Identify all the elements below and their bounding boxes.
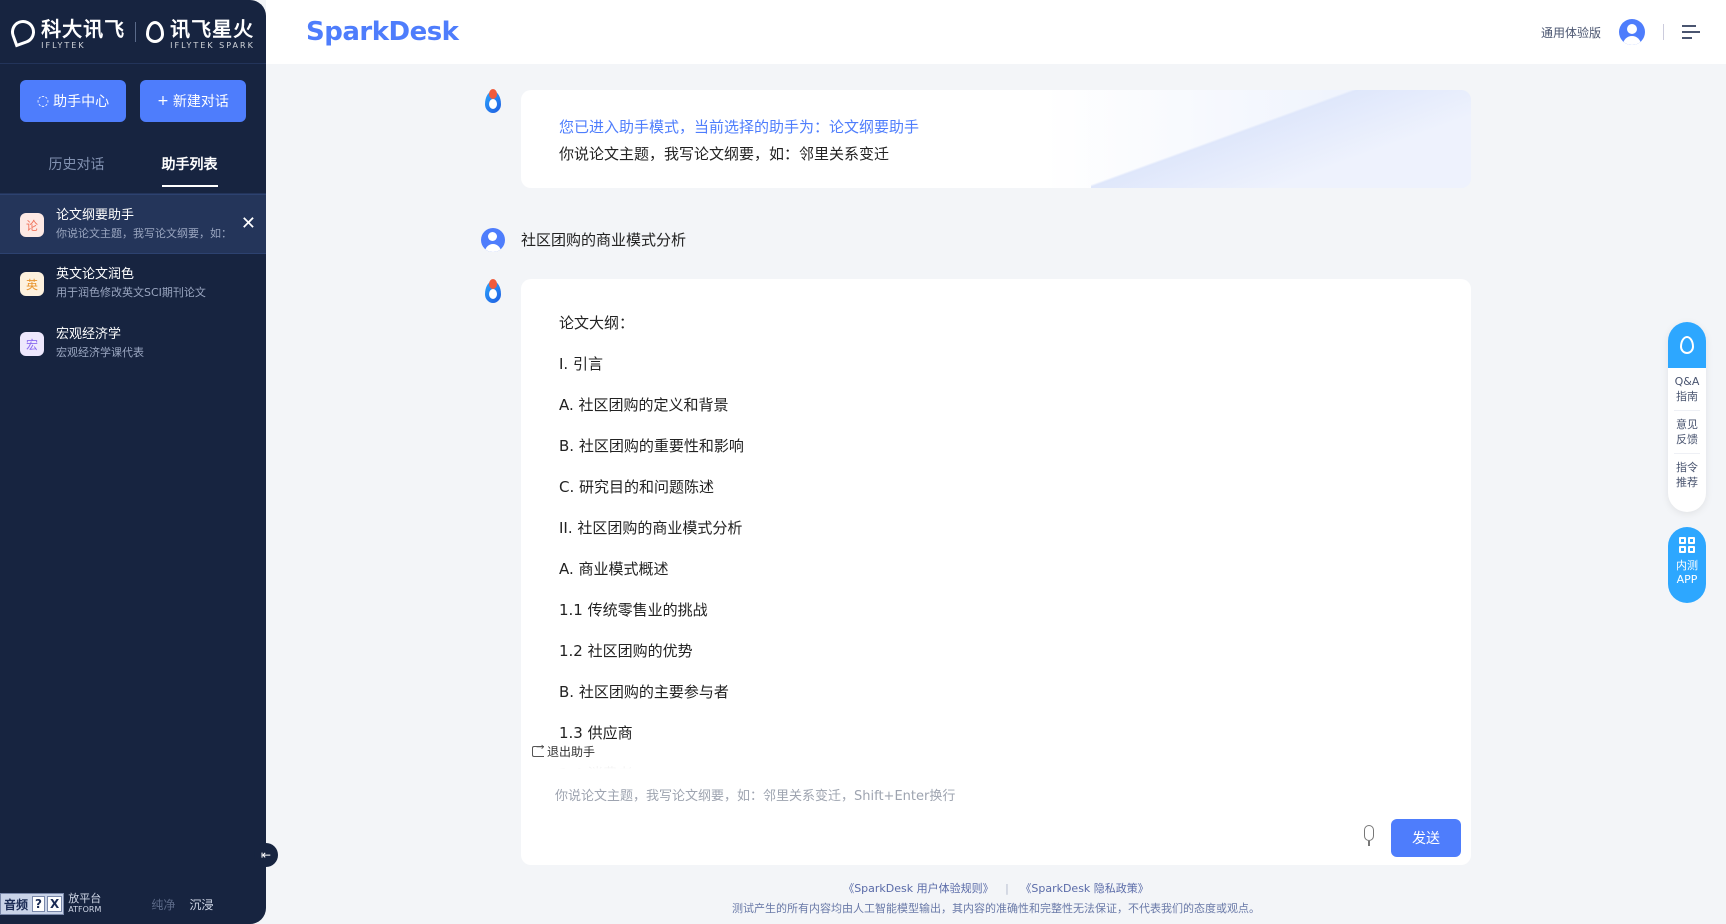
chat-input-placeholder[interactable]: 你说论文主题，我写论文纲要，如：邻里关系变迁，Shift+Enter换行 (555, 785, 955, 804)
answer-line: 1.1 传统零售业的挑战 (559, 601, 708, 619)
sidebar: 科大讯飞 IFLYTEK 讯飞星火 IFLYTEK SPARK ◌ 助手中心 +… (0, 0, 266, 924)
user-message: 社区团购的商业模式分析 (521, 231, 687, 249)
new-chat-button[interactable]: + 新建对话 (140, 80, 246, 122)
assistant-desc: 宏观经济学课代表 (56, 346, 144, 359)
send-button[interactable]: 发送 (1391, 819, 1461, 857)
assistant-name: 英文论文润色 (56, 267, 135, 282)
beta-app-line2: APP (1676, 573, 1698, 586)
outline-badge-icon: 论 (20, 213, 44, 237)
menu-icon[interactable] (1682, 25, 1700, 39)
command-recommend-button[interactable]: 指令 推荐 (1674, 454, 1700, 496)
assistant-desc: 用于润色修改英文SCI期刊论文 (56, 286, 206, 299)
spark-sub: IFLYTEK SPARK (170, 41, 255, 50)
footer-sep: | (1005, 882, 1009, 895)
assistant-item-macro[interactable]: 宏 宏观经济学 宏观经济学课代表 (0, 314, 266, 374)
audio-label: 音频 (4, 897, 29, 912)
assistant-intro-card: 您已进入助手模式，当前选择的助手为：论文纲要助手 你说论文主题，我写论文纲要，如… (521, 90, 1471, 188)
brand-bar: 科大讯飞 IFLYTEK 讯飞星火 IFLYTEK SPARK (0, 0, 266, 64)
platform-label: 放平台 ATFORM (68, 892, 102, 914)
assistant-list: 论 论文纲要助手 你说论文主题，我写论文纲要，如：邻里关系变迁 ✕ 英 英文论文… (0, 194, 266, 374)
answer-line: 1.2 社区团购的优势 (559, 642, 693, 660)
sidebar-tabs: 历史对话 助手列表 (0, 138, 266, 194)
assistant-center-button[interactable]: ◌ 助手中心 (20, 80, 126, 122)
user-message-avatar-icon (481, 228, 505, 252)
footer-disclaimer: 测试产生的所有内容均由人工智能模型输出，其内容的准确性和完整性无法保证，不代表我… (732, 902, 1260, 915)
feedback-button[interactable]: 意见 反馈 (1674, 411, 1700, 454)
collapse-sidebar-icon[interactable]: ⇤ (254, 843, 278, 867)
iflytek-name: 科大讯飞 (41, 17, 126, 41)
assistant-name: 论文纲要助手 (56, 208, 135, 223)
sparkdesk-logo[interactable]: SparkDesk (306, 17, 459, 47)
header-divider (1663, 24, 1664, 40)
answer-line: A. 社区团购的定义和背景 (559, 396, 729, 414)
spark-float-icon[interactable] (1668, 322, 1706, 368)
assistant-item-outline[interactable]: 论 论文纲要助手 你说论文主题，我写论文纲要，如：邻里关系变迁 ✕ (0, 194, 266, 254)
header-right: 通用体验版 (1541, 19, 1700, 45)
assistant-center-label: 助手中心 (53, 94, 110, 110)
iflytek-sub: IFLYTEK (41, 41, 86, 50)
edition-label[interactable]: 通用体验版 (1541, 24, 1601, 41)
spark-mark-icon (146, 20, 165, 43)
exit-icon (532, 742, 544, 757)
answer-line: C. 研究目的和问题陈述 (559, 478, 715, 496)
user-rules-link[interactable]: 《SparkDesk 用户体验规则》 (843, 882, 993, 895)
exit-assistant-button[interactable]: 退出助手 (532, 742, 596, 760)
drop-icon: ◌ (36, 93, 50, 109)
macro-badge-icon: 宏 (20, 332, 44, 356)
audio-taskbar[interactable]: 音频 ? X (0, 893, 65, 915)
privacy-policy-link[interactable]: 《SparkDesk 隐私政策》 (1020, 882, 1148, 895)
tab-assistant-list[interactable]: 助手列表 (161, 146, 218, 193)
exit-assistant-label: 退出助手 (547, 745, 596, 759)
spark-bot-icon (481, 89, 505, 117)
spark-bot-icon (481, 279, 505, 307)
plus-icon: + (157, 93, 169, 109)
close-icon[interactable]: X (46, 896, 63, 912)
answer-line: A. 商业模式概述 (559, 560, 669, 578)
tab-history[interactable]: 历史对话 (49, 146, 105, 193)
brand-divider (135, 21, 137, 42)
bot-answer-card: 论文大纲： I. 引言 A. 社区团购的定义和背景 B. 社区团购的重要性和影响 C. … (521, 279, 1471, 769)
iflytek-mark-icon (7, 16, 39, 47)
beta-app-button[interactable]: 内测 APP (1668, 527, 1706, 603)
mode-toggle: 纯净 沉浸 (151, 896, 213, 913)
iflytek-logo[interactable]: 科大讯飞 IFLYTEK (7, 13, 126, 50)
assistant-name: 宏观经济学 (56, 327, 122, 342)
intro-mode-text: 您已进入助手模式，当前选择的助手为：论文纲要助手 (559, 118, 920, 136)
mode-immersive[interactable]: 沉浸 (189, 896, 213, 913)
assistant-item-english[interactable]: 英 英文论文润色 用于润色修改英文SCI期刊论文 (0, 254, 266, 314)
answer-line: B. 社区团购的主要参与者 (559, 683, 729, 701)
footer-links: 《SparkDesk 用户体验规则》 | 《SparkDesk 隐私政策》 (266, 880, 1726, 896)
english-badge-icon: 英 (20, 272, 44, 296)
sidebar-actions: ◌ 助手中心 + 新建对话 (0, 64, 266, 138)
assistant-desc: 你说论文主题，我写论文纲要，如：邻里关系变迁 (56, 227, 226, 240)
user-avatar-icon[interactable] (1619, 19, 1645, 45)
spark-logo[interactable]: 讯飞星火 IFLYTEK SPARK (146, 13, 255, 50)
close-icon[interactable]: ✕ (241, 213, 256, 234)
chat-input-box[interactable]: 你说论文主题，我写论文纲要，如：邻里关系变迁，Shift+Enter换行 发送 (521, 769, 1471, 865)
microphone-icon[interactable] (1362, 825, 1376, 847)
top-header: SparkDesk 通用体验版 (266, 0, 1726, 64)
answer-content: 论文大纲： I. 引言 A. 社区团购的定义和背景 B. 社区团购的重要性和影响 C. … (559, 303, 1433, 769)
answer-line: II. 社区团购的商业模式分析 (559, 519, 743, 537)
mode-pure[interactable]: 纯净 (151, 896, 175, 913)
intro-hint-text: 你说论文主题，我写论文纲要，如：邻里关系变迁 (559, 145, 890, 163)
qr-code-icon (1679, 537, 1695, 553)
new-chat-label: 新建对话 (172, 94, 229, 110)
qa-guide-button[interactable]: Q&A 指南 (1674, 368, 1700, 411)
answer-line: 论文大纲： (559, 314, 635, 332)
float-help-panel: Q&A 指南 意见 反馈 指令 推荐 (1668, 322, 1706, 512)
answer-line: B. 社区团购的重要性和影响 (559, 437, 744, 455)
sidebar-bottom: 音频 ? X 放平台 ATFORM 纯净 沉浸 (0, 884, 266, 924)
help-icon[interactable]: ? (32, 896, 45, 912)
answer-line: I. 引言 (559, 355, 603, 373)
beta-app-line1: 内测 (1676, 559, 1698, 572)
spark-name: 讯飞星火 (170, 17, 255, 41)
